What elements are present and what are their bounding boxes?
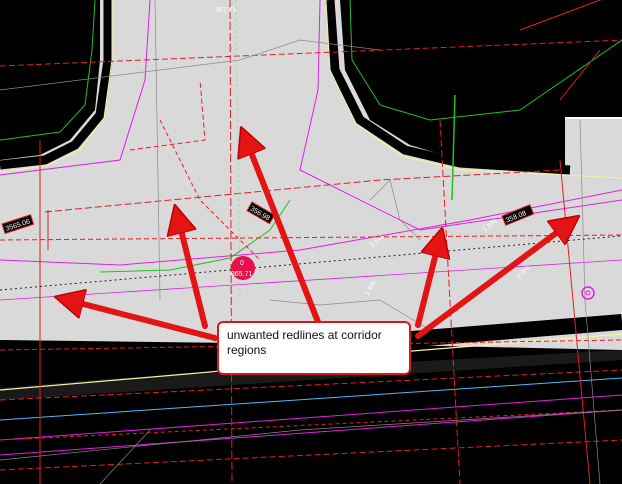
cad-drawing: 3565.06 356.98 358.08 2.5% 1.5% 1.6% 2.0… — [0, 0, 622, 484]
annotation-callout: unwanted redlines at corridor regions — [217, 321, 411, 375]
elevation-point: 0 365.71 — [231, 256, 255, 280]
svg-text:365.71: 365.71 — [231, 271, 253, 278]
elevation-top-label: 357.71 — [215, 7, 237, 14]
cad-viewport[interactable]: 3565.06 356.98 358.08 2.5% 1.5% 1.6% 2.0… — [0, 0, 622, 484]
svg-text:0: 0 — [240, 260, 244, 267]
callout-text: unwanted redlines at corridor regions — [227, 328, 382, 357]
